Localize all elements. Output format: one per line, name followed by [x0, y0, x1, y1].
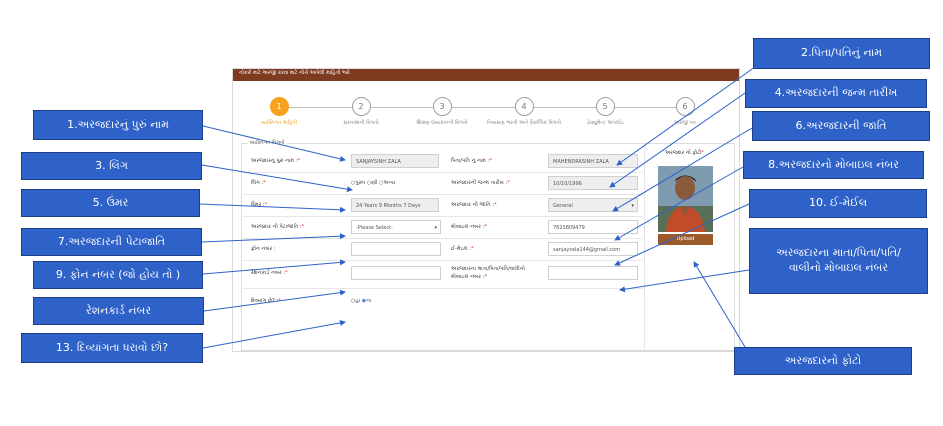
- callout-photo: અરજદારનો ફોટો: [734, 347, 912, 375]
- arrow-line: [203, 289, 346, 312]
- callout-phone: 9. ફોન નંબર (જો હોય તો ): [33, 261, 203, 289]
- callout-caste: 6.અરજદારની જાતિ: [752, 111, 930, 141]
- callout-parent-mobile: અરજદારના માતા/પિતા/પતિ/વાલીનો મોબાઇલ નંબ…: [749, 228, 928, 294]
- arrow-line: [202, 125, 346, 162]
- callout-dob: 4.અરજદારની જન્મ તારીખ: [745, 79, 927, 108]
- callout-age: 5. ઉંમર: [21, 189, 200, 217]
- arrow-line: [201, 233, 346, 243]
- callout-disability: 13. દિવ્યાંગતા ધરાવો છો?: [21, 333, 203, 363]
- arrow-line: [619, 269, 750, 293]
- arrow-line: [202, 259, 346, 275]
- arrow-line: [199, 203, 346, 213]
- callout-mobile: 8.અરજદારનો મોબાઇલ નંબર: [743, 151, 924, 179]
- arrow-line: [614, 203, 750, 266]
- callout-ration: રેશનકાર્ડ નંબર: [33, 297, 204, 325]
- callout-full-name: 1.અરજદારનું પુરું નામ: [33, 110, 203, 140]
- callout-subcaste: 7.અરજદારની પેટાજાતિ: [21, 228, 202, 256]
- callout-gender: 3. લિંગ: [21, 152, 202, 180]
- arrow-line: [201, 164, 353, 193]
- arrow-line: [202, 319, 346, 349]
- callout-email: 10. ઈ-મેઈલ: [749, 189, 927, 218]
- arrow-line: [612, 127, 753, 212]
- arrow-line: [616, 61, 763, 166]
- callout-father-name: 2.પિતા/પતિનું નામ: [753, 38, 930, 69]
- arrow-line: [614, 166, 744, 241]
